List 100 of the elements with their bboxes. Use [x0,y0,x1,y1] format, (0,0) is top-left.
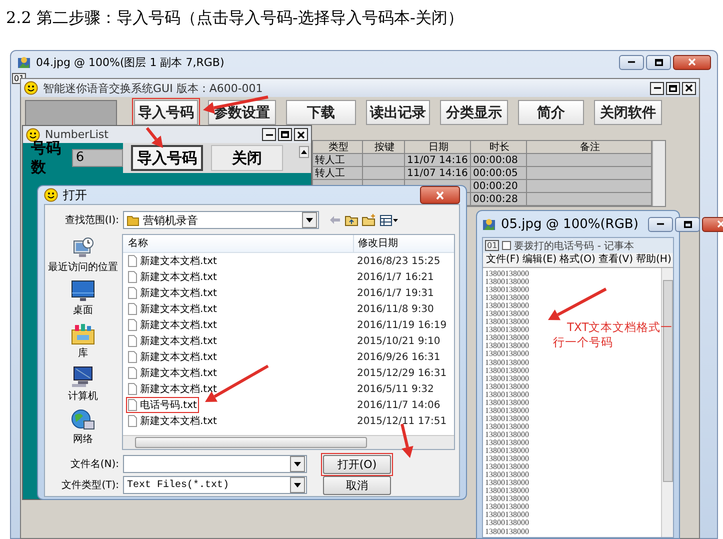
column-header[interactable]: 备注 [527,141,652,154]
maximize-icon [654,58,662,66]
recent-places-icon [71,236,95,260]
dialog-button[interactable]: 打开(O) [323,454,391,474]
file-name[interactable]: 新建文本文档.txt [140,414,217,428]
place-label[interactable]: 库 [78,348,88,359]
toolbar-button[interactable]: 下载 [286,100,356,125]
scrollbar [652,141,665,206]
close-button[interactable] [673,54,711,70]
dialog-button[interactable]: 关闭 [211,145,283,171]
maximize-button[interactable] [675,216,700,232]
menu-item[interactable]: 帮助(H) [636,253,672,267]
scroll-up-icon [299,146,309,158]
text-line: 13800138000 [485,342,529,350]
file-date: 2015/12/11 17:51 [356,416,447,426]
text-line: 13800138000 [485,278,529,286]
column-header[interactable]: 名称 [123,235,353,252]
text-line: 13800138000 [485,310,529,318]
file-name[interactable]: 新建文本文档.txt [140,334,217,348]
maximize-button[interactable] [646,54,671,70]
toolbar-button[interactable]: 关闭软件 [594,100,662,125]
image-icon [17,55,31,69]
close-button[interactable] [682,82,696,94]
window-title: NumberList [45,128,108,141]
annotation-arrow [146,127,163,148]
column-header[interactable]: 类型 [313,141,363,154]
maximize-button[interactable] [666,82,680,94]
minimize-button[interactable] [262,128,276,141]
field-label: 文件名(N): [69,458,119,471]
caret-icon [294,462,301,466]
filetype-dropdown[interactable]: Text Files(*.txt) [123,476,307,494]
menu-item[interactable]: 查看(V) [598,253,634,267]
dialog-button[interactable]: 取消 [323,476,391,494]
desktop-icon [71,279,95,303]
place-label[interactable]: 桌面 [73,305,93,316]
file-icon [128,351,137,363]
file-name[interactable]: 新建文本文档.txt [140,302,217,316]
window-title: 要拨打的电话号码 - 记事本 [514,240,634,252]
file-name[interactable]: 电话号码.txt [140,398,197,412]
file-name[interactable]: 新建文本文档.txt [140,318,217,332]
table-cell: 11/07 14:16 [405,167,471,180]
place-label[interactable]: 网络 [73,434,93,445]
table-cell: 00:00:05 [471,167,527,180]
library-icon [71,322,95,346]
file-icon [128,287,137,299]
toolbar-button[interactable]: 读出记录 [366,100,430,125]
table-cell [363,167,405,180]
close-icon [685,84,693,92]
column-header[interactable]: 时长 [471,141,527,154]
column-header[interactable]: 日期 [405,141,471,154]
text-line: 13800138000 [485,334,529,342]
menu-item[interactable]: 文件(F) [486,253,520,267]
toolbar-button[interactable]: 导入号码 [134,100,198,125]
text-line: 13800138000 [485,286,529,294]
globe-icon [71,408,95,432]
minimize-button[interactable] [619,54,644,70]
file-name[interactable]: 新建文本文档.txt [140,366,217,380]
minimize-icon [266,134,272,136]
file-date: 2016/11/8 9:30 [356,304,434,314]
window-title: 05.jpg @ 100%(RGB) [501,216,638,232]
file-icon [128,271,137,283]
count-field[interactable]: 6 [72,149,123,167]
close-button[interactable] [294,128,308,141]
file-name[interactable]: 新建文本文档.txt [140,270,217,284]
file-icon [128,367,137,379]
close-icon [297,130,305,138]
minimize-icon [654,87,660,89]
filename-field[interactable] [123,455,307,473]
close-icon [688,58,696,66]
annotation-arrow [400,424,414,458]
text-line: 13800138000 [485,430,529,439]
file-name[interactable]: 新建文本文档.txt [140,286,217,300]
menu-item[interactable]: 格式(O) [560,253,596,267]
toolbar-button[interactable]: 简介 [518,100,584,125]
place-label[interactable]: 计算机 [68,391,98,402]
annotation-text: TXT文本文档格式一行一个号码 [553,320,674,350]
file-name[interactable]: 新建文本文档.txt [140,254,217,268]
text-line: 13800138000 [485,438,529,448]
column-header[interactable]: 按键 [363,141,405,154]
menu-item[interactable]: 编辑(E) [522,253,557,267]
minimize-button[interactable] [650,82,664,94]
text-line: 13800138000 [485,374,529,383]
dialog-button[interactable]: 导入号码 [131,145,203,171]
column-header[interactable]: 修改日期 [353,235,398,252]
minimize-button[interactable] [648,216,674,232]
file-date: 2015/10/21 9:10 [356,336,440,346]
look-in-dropdown[interactable]: 营销机录音 [123,211,319,229]
view-menu-icon [380,214,398,226]
close-button[interactable] [420,186,460,204]
file-date: 2016/8/23 15:25 [356,256,440,266]
text-line: 13800138000 [485,294,529,302]
close-icon [435,190,445,200]
toolbar-button[interactable]: 分类显示 [440,100,508,125]
text-line: 13800138000 [485,519,529,528]
maximize-button[interactable] [278,128,292,141]
file-name[interactable]: 新建文本文档.txt [140,382,217,396]
file-name[interactable]: 新建文本文档.txt [140,350,217,364]
table-cell: 转人工 [313,167,363,180]
place-label[interactable]: 最近访问的位置 [48,262,118,273]
file-icon [128,303,137,315]
